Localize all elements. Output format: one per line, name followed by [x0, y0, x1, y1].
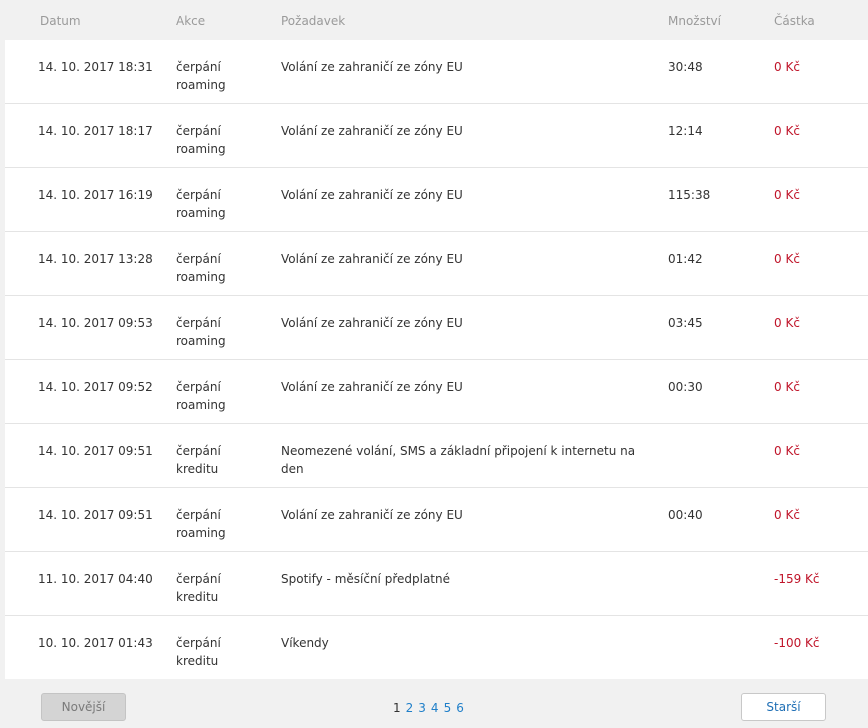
quantity-cell: 12:14 — [668, 124, 703, 138]
table-row: 14. 10. 2017 16:19 čerpání roaming Volání … — [5, 168, 868, 232]
table-row: 14. 10. 2017 09:51 čerpání kreditu Neomeze… — [5, 424, 868, 488]
action-cell: čerpání kreditu — [176, 444, 221, 476]
amount-cell: -159 Kč — [774, 572, 820, 586]
page-link-5[interactable]: 5 — [444, 701, 452, 715]
amount-cell: 0 Kč — [774, 60, 800, 74]
date-cell: 14. 10. 2017 09:53 — [38, 316, 153, 330]
quantity-cell: 01:42 — [668, 252, 703, 266]
table-row: 14. 10. 2017 18:31 čerpání roaming Volání … — [5, 40, 868, 104]
table-row: 11. 10. 2017 04:40 čerpání kreditu Spotify… — [5, 552, 868, 616]
action-cell: čerpání roaming — [176, 124, 226, 156]
action-cell: čerpání roaming — [176, 316, 226, 348]
quantity-cell: 115:38 — [668, 188, 711, 202]
pagination: 123456 — [393, 701, 469, 715]
action-cell: čerpání kreditu — [176, 572, 221, 604]
request-cell: Volání ze zahraničí ze zóny EU — [281, 316, 463, 330]
table-row: 14. 10. 2017 09:51 čerpání roaming Volání … — [5, 488, 868, 552]
action-cell: čerpání roaming — [176, 188, 226, 220]
request-cell: Volání ze zahraničí ze zóny EU — [281, 124, 463, 138]
column-header-date: Datum — [40, 14, 81, 28]
amount-cell: 0 Kč — [774, 252, 800, 266]
page-link-6[interactable]: 6 — [456, 701, 464, 715]
table-row: 14. 10. 2017 09:53 čerpání roaming Volání … — [5, 296, 868, 360]
page-current: 1 — [393, 701, 401, 715]
action-cell: čerpání roaming — [176, 252, 226, 284]
request-cell: Volání ze zahraničí ze zóny EU — [281, 508, 463, 522]
action-cell: čerpání roaming — [176, 508, 226, 540]
transactions-table: 14. 10. 2017 18:31 čerpání roaming Volání … — [5, 40, 868, 679]
table-row: 14. 10. 2017 13:28 čerpání roaming Volání … — [5, 232, 868, 296]
request-cell: Neomezené volání, SMS a základní připoje… — [281, 444, 636, 476]
amount-cell: 0 Kč — [774, 380, 800, 394]
date-cell: 11. 10. 2017 04:40 — [38, 572, 153, 586]
date-cell: 10. 10. 2017 01:43 — [38, 636, 153, 650]
amount-cell: 0 Kč — [774, 124, 800, 138]
amount-cell: 0 Kč — [774, 508, 800, 522]
quantity-cell: 00:40 — [668, 508, 703, 522]
amount-cell: 0 Kč — [774, 188, 800, 202]
action-cell: čerpání roaming — [176, 380, 226, 412]
amount-cell: 0 Kč — [774, 444, 800, 458]
request-cell: Volání ze zahraničí ze zóny EU — [281, 252, 463, 266]
column-header-amount: Částka — [774, 14, 815, 28]
page-link-3[interactable]: 3 — [418, 701, 426, 715]
amount-cell: 0 Kč — [774, 316, 800, 330]
date-cell: 14. 10. 2017 18:31 — [38, 60, 153, 74]
older-button[interactable]: Starší — [741, 693, 826, 721]
date-cell: 14. 10. 2017 16:19 — [38, 188, 153, 202]
newer-button[interactable]: Novější — [41, 693, 126, 721]
request-cell: Volání ze zahraničí ze zóny EU — [281, 188, 463, 202]
table-row: 14. 10. 2017 09:52 čerpání roaming Volání … — [5, 360, 868, 424]
date-cell: 14. 10. 2017 09:52 — [38, 380, 153, 394]
column-header-quantity: Množství — [668, 14, 721, 28]
amount-cell: -100 Kč — [774, 636, 820, 650]
date-cell: 14. 10. 2017 13:28 — [38, 252, 153, 266]
quantity-cell: 00:30 — [668, 380, 703, 394]
request-cell: Volání ze zahraničí ze zóny EU — [281, 60, 463, 74]
column-header-action: Akce — [176, 14, 206, 28]
page-link-4[interactable]: 4 — [431, 701, 439, 715]
action-cell: čerpání kreditu — [176, 636, 221, 668]
table-header: Datum Akce Požadavek Množství Částka — [0, 0, 868, 40]
column-header-request: Požadavek — [281, 14, 346, 28]
table-row: 14. 10. 2017 18:17 čerpání roaming Volání … — [5, 104, 868, 168]
page-link-2[interactable]: 2 — [406, 701, 414, 715]
quantity-cell: 03:45 — [668, 316, 703, 330]
request-cell: Spotify - měsíční předplatné — [281, 572, 450, 586]
request-cell: Volání ze zahraničí ze zóny EU — [281, 380, 463, 394]
table-row: 10. 10. 2017 01:43 čerpání kreditu Víkendy… — [5, 616, 868, 680]
request-cell: Víkendy — [281, 636, 329, 650]
date-cell: 14. 10. 2017 09:51 — [38, 508, 153, 522]
quantity-cell: 30:48 — [668, 60, 703, 74]
action-cell: čerpání roaming — [176, 60, 226, 92]
date-cell: 14. 10. 2017 09:51 — [38, 444, 153, 458]
date-cell: 14. 10. 2017 18:17 — [38, 124, 153, 138]
